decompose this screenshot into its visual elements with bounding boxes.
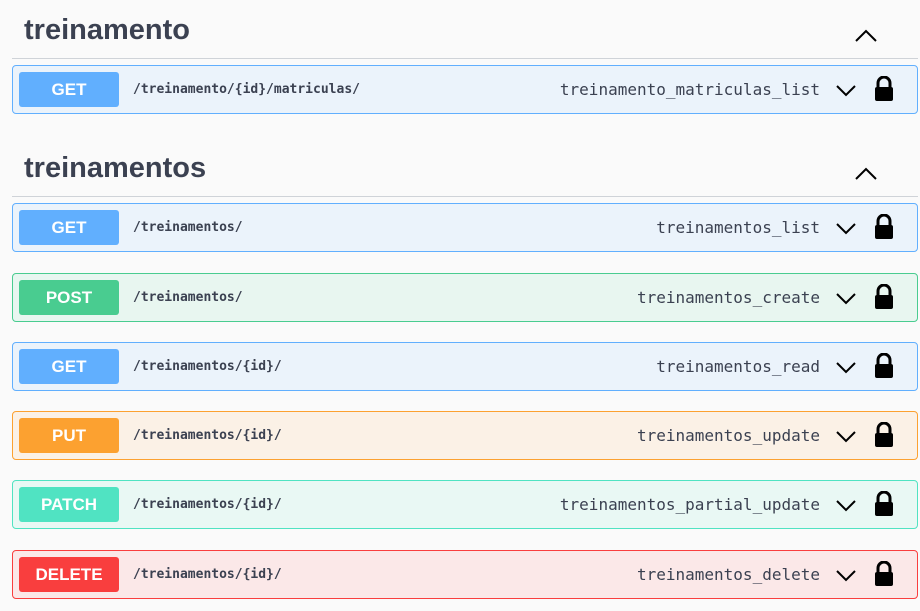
operation-treinamentos-create[interactable]: POST /treinamentos/ treinamentos_create xyxy=(12,273,918,322)
operation-path: /treinamentos/{id}/ xyxy=(133,428,282,443)
lock-icon[interactable] xyxy=(873,284,895,310)
chevron-down-icon[interactable] xyxy=(833,493,859,517)
chevron-down-icon[interactable] xyxy=(833,355,859,379)
method-badge: POST xyxy=(19,280,119,315)
operation-treinamentos-delete[interactable]: DELETE /treinamentos/{id}/ treinamentos_… xyxy=(12,550,918,599)
operation-path: /treinamentos/{id}/ xyxy=(133,359,282,374)
method-badge: PUT xyxy=(19,418,119,453)
operation-id: treinamentos_create xyxy=(636,288,820,307)
section-title: treinamento xyxy=(24,14,190,46)
operation-treinamentos-partial-update[interactable]: PATCH /treinamentos/{id}/ treinamentos_p… xyxy=(12,480,918,529)
operation-path: /treinamento/{id}/matriculas/ xyxy=(133,82,360,97)
operation-treinamentos-list[interactable]: GET /treinamentos/ treinamentos_list xyxy=(12,203,918,252)
lock-icon[interactable] xyxy=(873,353,895,379)
operation-id: treinamentos_delete xyxy=(636,565,820,584)
operation-id: treinamentos_read xyxy=(656,357,820,376)
lock-icon[interactable] xyxy=(873,76,895,102)
operation-path: /treinamentos/{id}/ xyxy=(133,497,282,512)
chevron-up-icon[interactable] xyxy=(850,24,882,48)
chevron-down-icon[interactable] xyxy=(833,216,859,240)
operation-treinamento-matriculas-list[interactable]: GET /treinamento/{id}/matriculas/ treina… xyxy=(12,65,918,114)
operation-path: /treinamentos/ xyxy=(133,290,243,305)
method-badge: DELETE xyxy=(19,557,119,592)
operation-id: treinamentos_update xyxy=(636,426,820,445)
method-badge: PATCH xyxy=(19,487,119,522)
method-badge: GET xyxy=(19,210,119,245)
lock-icon[interactable] xyxy=(873,561,895,587)
operation-id: treinamentos_partial_update xyxy=(559,495,820,514)
chevron-down-icon[interactable] xyxy=(833,424,859,448)
chevron-down-icon[interactable] xyxy=(833,78,859,102)
lock-icon[interactable] xyxy=(873,422,895,448)
section-header-treinamentos[interactable]: treinamentos xyxy=(12,150,918,197)
method-badge: GET xyxy=(19,72,119,107)
method-badge: GET xyxy=(19,349,119,384)
operation-treinamentos-read[interactable]: GET /treinamentos/{id}/ treinamentos_rea… xyxy=(12,342,918,391)
chevron-down-icon[interactable] xyxy=(833,563,859,587)
operation-path: /treinamentos/{id}/ xyxy=(133,567,282,582)
chevron-up-icon[interactable] xyxy=(850,162,882,186)
lock-icon[interactable] xyxy=(873,214,895,240)
section-title: treinamentos xyxy=(24,152,207,184)
operation-id: treinamento_matriculas_list xyxy=(559,80,820,99)
operation-id: treinamentos_list xyxy=(656,218,820,237)
operation-path: /treinamentos/ xyxy=(133,220,243,235)
operation-treinamentos-update[interactable]: PUT /treinamentos/{id}/ treinamentos_upd… xyxy=(12,411,918,460)
section-header-treinamento[interactable]: treinamento xyxy=(12,12,918,59)
lock-icon[interactable] xyxy=(873,491,895,517)
chevron-down-icon[interactable] xyxy=(833,286,859,310)
